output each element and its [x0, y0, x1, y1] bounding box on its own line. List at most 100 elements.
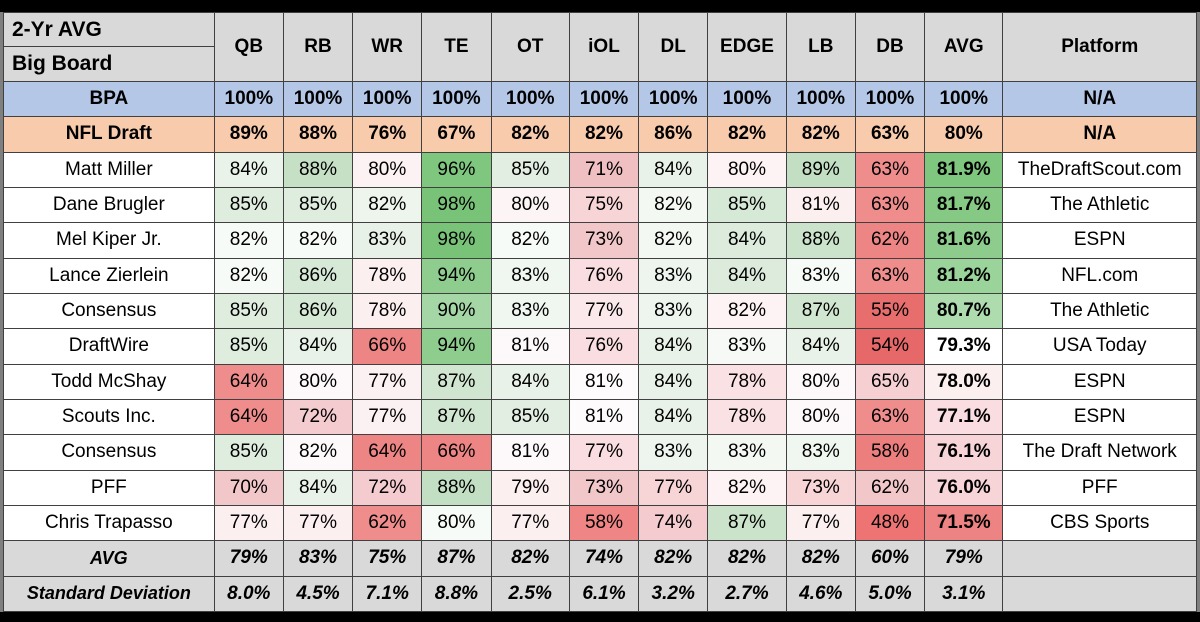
cell-db[interactable]: 55% — [854, 292, 926, 330]
cell-wr[interactable]: 80% — [352, 151, 423, 188]
cell-edge[interactable]: 83% — [707, 434, 787, 471]
cell-platform[interactable]: ESPN — [1002, 398, 1197, 436]
cell-db[interactable]: 63% — [854, 151, 926, 188]
cell-edge[interactable]: 78% — [707, 398, 787, 436]
cell-te[interactable]: 90% — [421, 292, 492, 330]
cell-lb[interactable]: 82% — [785, 540, 856, 577]
cell-platform[interactable]: The Athletic — [1002, 292, 1197, 330]
cell-db[interactable]: 63% — [854, 116, 926, 153]
cell-te[interactable]: 67% — [421, 116, 492, 153]
cell-dl[interactable]: 86% — [638, 116, 709, 153]
cell-avg[interactable]: 76.1% — [924, 434, 1004, 471]
cell-edge[interactable]: 78% — [707, 363, 787, 400]
cell-te[interactable]: 96% — [421, 151, 492, 188]
cell-te[interactable]: 100% — [421, 80, 492, 118]
cell-edge[interactable]: 82% — [707, 469, 787, 506]
cell-wr[interactable]: 75% — [352, 540, 423, 577]
cell-platform[interactable] — [1002, 575, 1197, 613]
cell-platform[interactable]: PFF — [1002, 469, 1197, 506]
row-label[interactable]: Todd McShay — [3, 363, 215, 400]
cell-ot[interactable]: 85% — [490, 398, 570, 436]
cell-iol[interactable]: 74% — [568, 540, 640, 577]
column-header-te[interactable]: TE — [421, 12, 492, 82]
cell-platform[interactable]: The Athletic — [1002, 186, 1197, 224]
column-header-rb[interactable]: RB — [282, 12, 354, 82]
cell-wr[interactable]: 83% — [352, 222, 423, 259]
cell-te[interactable]: 94% — [421, 328, 492, 365]
cell-rb[interactable]: 85% — [282, 186, 354, 224]
cell-iol[interactable]: 71% — [568, 151, 640, 188]
row-label[interactable]: Consensus — [3, 434, 215, 471]
cell-ot[interactable]: 82% — [490, 222, 570, 259]
cell-wr[interactable]: 64% — [352, 434, 423, 471]
cell-avg[interactable]: 78.0% — [924, 363, 1004, 400]
cell-wr[interactable]: 82% — [352, 186, 423, 224]
cell-ot[interactable]: 79% — [490, 469, 570, 506]
cell-qb[interactable]: 84% — [213, 151, 284, 188]
cell-ot[interactable]: 77% — [490, 504, 570, 542]
cell-db[interactable]: 100% — [854, 80, 926, 118]
cell-wr[interactable]: 77% — [352, 363, 423, 400]
cell-iol[interactable]: 100% — [568, 80, 640, 118]
cell-dl[interactable]: 84% — [638, 151, 709, 188]
cell-avg[interactable]: 81.9% — [924, 151, 1004, 188]
cell-dl[interactable]: 82% — [638, 540, 709, 577]
cell-dl[interactable]: 82% — [638, 222, 709, 259]
column-header-db[interactable]: DB — [854, 12, 926, 82]
cell-te[interactable]: 88% — [421, 469, 492, 506]
cell-te[interactable]: 87% — [421, 398, 492, 436]
cell-platform[interactable]: TheDraftScout.com — [1002, 151, 1197, 188]
cell-db[interactable]: 62% — [854, 222, 926, 259]
cell-te[interactable]: 87% — [421, 540, 492, 577]
cell-platform[interactable]: ESPN — [1002, 363, 1197, 400]
cell-platform[interactable]: NFL.com — [1002, 257, 1197, 294]
cell-ot[interactable]: 83% — [490, 292, 570, 330]
cell-qb[interactable]: 85% — [213, 328, 284, 365]
cell-iol[interactable]: 73% — [568, 469, 640, 506]
cell-te[interactable]: 80% — [421, 504, 492, 542]
cell-qb[interactable]: 85% — [213, 434, 284, 471]
cell-lb[interactable]: 89% — [785, 151, 856, 188]
row-label[interactable]: Matt Miller — [3, 151, 215, 188]
cell-db[interactable]: 62% — [854, 469, 926, 506]
cell-te[interactable]: 98% — [421, 186, 492, 224]
cell-lb[interactable]: 87% — [785, 292, 856, 330]
row-label[interactable]: Chris Trapasso — [3, 504, 215, 542]
cell-platform[interactable]: N/A — [1002, 80, 1197, 118]
cell-db[interactable]: 60% — [854, 540, 926, 577]
column-header-dl[interactable]: DL — [638, 12, 709, 82]
cell-platform[interactable] — [1002, 540, 1197, 577]
cell-qb[interactable]: 85% — [213, 186, 284, 224]
column-header-edge[interactable]: EDGE — [707, 12, 787, 82]
cell-wr[interactable]: 62% — [352, 504, 423, 542]
row-label[interactable]: Lance Zierlein — [3, 257, 215, 294]
row-label[interactable]: NFL Draft — [3, 116, 215, 153]
cell-wr[interactable]: 100% — [352, 80, 423, 118]
cell-qb[interactable]: 64% — [213, 363, 284, 400]
cell-ot[interactable]: 84% — [490, 363, 570, 400]
row-label[interactable]: Consensus — [3, 292, 215, 330]
cell-iol[interactable]: 6.1% — [568, 575, 640, 613]
cell-qb[interactable]: 64% — [213, 398, 284, 436]
cell-dl[interactable]: 82% — [638, 186, 709, 224]
cell-db[interactable]: 63% — [854, 186, 926, 224]
cell-lb[interactable]: 81% — [785, 186, 856, 224]
cell-ot[interactable]: 81% — [490, 328, 570, 365]
cell-edge[interactable]: 100% — [707, 80, 787, 118]
cell-iol[interactable]: 81% — [568, 398, 640, 436]
cell-avg[interactable]: 71.5% — [924, 504, 1004, 542]
cell-rb[interactable]: 82% — [282, 434, 354, 471]
cell-iol[interactable]: 77% — [568, 434, 640, 471]
cell-ot[interactable]: 83% — [490, 257, 570, 294]
row-label[interactable]: Mel Kiper Jr. — [3, 222, 215, 259]
column-header-avg[interactable]: AVG — [924, 12, 1004, 82]
cell-wr[interactable]: 77% — [352, 398, 423, 436]
cell-rb[interactable]: 84% — [282, 469, 354, 506]
cell-iol[interactable]: 58% — [568, 504, 640, 542]
cell-platform[interactable]: N/A — [1002, 116, 1197, 153]
column-header-iol[interactable]: iOL — [568, 12, 640, 82]
cell-dl[interactable]: 83% — [638, 292, 709, 330]
cell-avg[interactable]: 81.2% — [924, 257, 1004, 294]
cell-iol[interactable]: 77% — [568, 292, 640, 330]
row-label[interactable]: PFF — [3, 469, 215, 506]
